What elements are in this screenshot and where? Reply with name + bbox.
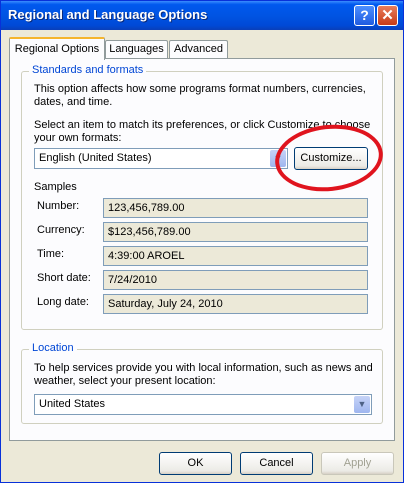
tab-regional-options[interactable]: Regional Options (9, 37, 105, 60)
cancel-button[interactable]: Cancel (240, 452, 313, 475)
location-group: Location To help services provide you wi… (21, 342, 383, 424)
location-select-value: United States (39, 398, 106, 410)
format-select[interactable]: English (United States) ▼ (34, 148, 288, 169)
apply-button[interactable]: Apply (321, 452, 394, 475)
chevron-down-icon[interactable]: ▼ (354, 396, 370, 413)
sample-label-currency: Currency: (37, 224, 85, 236)
sample-value-short-date: 7/24/2010 (103, 270, 368, 290)
sample-label-long-date: Long date: (37, 296, 89, 308)
sample-value-long-date: Saturday, July 24, 2010 (103, 294, 368, 314)
ok-button[interactable]: OK (159, 452, 232, 475)
samples-heading: Samples (34, 181, 77, 193)
dialog-window: Regional and Language Options ? ✕ Region… (0, 0, 404, 483)
location-description: To help services provide you with local … (34, 362, 373, 387)
standards-description: This option affects how some programs fo… (34, 83, 366, 108)
location-select[interactable]: United States ▼ (34, 394, 372, 415)
location-legend: Location (29, 342, 77, 354)
sample-label-short-date: Short date: (37, 272, 91, 284)
standards-group: Standards and formats This option affect… (21, 64, 383, 330)
window-title: Regional and Language Options (8, 7, 208, 22)
sample-value-number: 123,456,789.00 (103, 198, 368, 218)
tab-languages[interactable]: Languages (105, 40, 168, 59)
help-button[interactable]: ? (354, 5, 375, 26)
sample-value-currency: $123,456,789.00 (103, 222, 368, 242)
format-select-value: English (United States) (39, 152, 152, 164)
sample-label-time: Time: (37, 248, 65, 260)
close-button[interactable]: ✕ (377, 5, 398, 26)
title-bar[interactable]: Regional and Language Options ? ✕ (1, 1, 403, 30)
tab-panel: Standards and formats This option affect… (9, 58, 395, 441)
tab-advanced[interactable]: Advanced (169, 40, 228, 59)
sample-value-time: 4:39:00 AROEL (103, 246, 368, 266)
standards-legend: Standards and formats (29, 64, 147, 76)
sample-label-number: Number: (37, 200, 80, 212)
